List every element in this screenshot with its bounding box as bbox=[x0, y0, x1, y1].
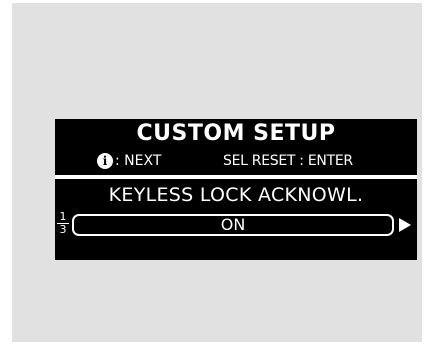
hint-row: i : NEXT SEL RESET : ENTER bbox=[55, 152, 417, 170]
page-indicator: 1 3 bbox=[57, 211, 69, 236]
setting-title: KEYLESS LOCK ACKNOWL. bbox=[108, 184, 364, 206]
page-total: 3 bbox=[59, 223, 67, 236]
right-arrow-icon[interactable] bbox=[399, 218, 411, 232]
info-icon: i bbox=[97, 153, 113, 169]
hint-next-label: : NEXT bbox=[115, 153, 162, 169]
hint-reset-label: SEL RESET : ENTER bbox=[223, 153, 353, 169]
background-panel: CUSTOM SETUP i : NEXT SEL RESET : ENTER … bbox=[12, 3, 422, 342]
screen-title: CUSTOM SETUP bbox=[136, 121, 336, 146]
multi-info-display: CUSTOM SETUP i : NEXT SEL RESET : ENTER … bbox=[55, 119, 417, 260]
divider bbox=[55, 175, 417, 179]
setting-value-selector[interactable]: ON bbox=[72, 214, 394, 236]
